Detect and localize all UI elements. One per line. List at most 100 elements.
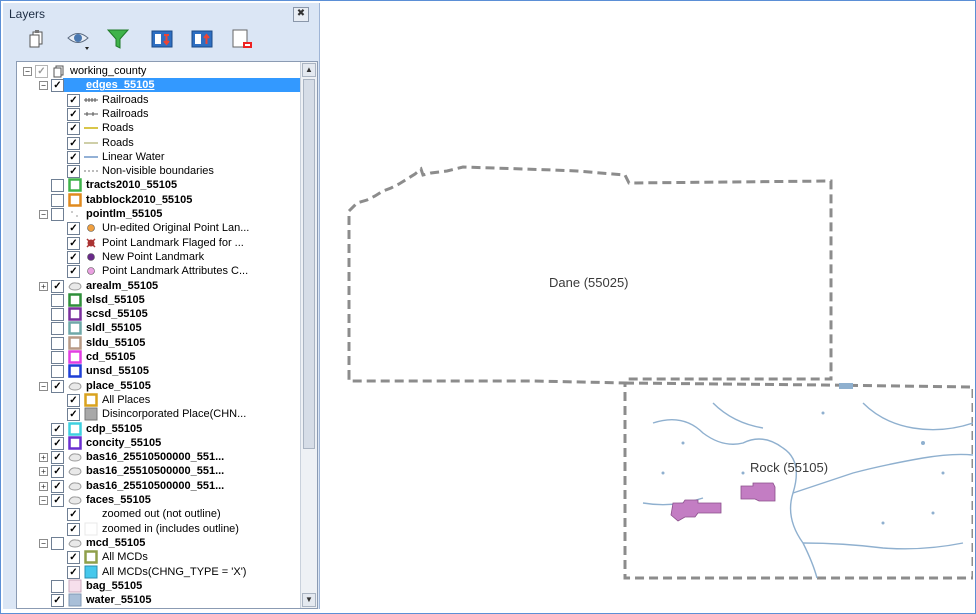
layer-visibility-checkbox[interactable]: ✓ xyxy=(51,436,64,450)
close-icon[interactable]: ✖ xyxy=(293,7,309,22)
layer-visibility-checkbox[interactable]: ✓ xyxy=(67,107,80,121)
expand-toggle-icon[interactable]: + xyxy=(39,281,48,291)
layer-row[interactable]: + ✓ bas16_25510500000_551... xyxy=(17,450,300,465)
filter-funnel-icon[interactable] xyxy=(105,27,131,51)
layer-row[interactable]: ✓ Linear Water xyxy=(17,150,300,164)
layer-visibility-checkbox[interactable]: ✓ xyxy=(67,565,80,579)
layer-visibility-checkbox[interactable]: ✓ xyxy=(67,122,80,136)
layer-visibility-checkbox[interactable]: ✓ xyxy=(51,465,64,479)
layers-toolbar xyxy=(17,25,277,55)
layer-visibility-checkbox[interactable]: ✓ xyxy=(67,93,80,107)
layer-visibility-checkbox[interactable]: ✓ xyxy=(51,79,64,93)
layer-row[interactable]: ✓ zoomed in (includes outline) xyxy=(17,522,300,536)
layer-visibility-checkbox[interactable]: ✓ xyxy=(67,236,80,250)
layer-row[interactable]: ✓ Non-visible boundaries xyxy=(17,164,300,179)
layer-row[interactable]: − mcd_55105 xyxy=(17,536,300,550)
expand-toggle-icon[interactable]: + xyxy=(39,481,48,491)
scroll-thumb[interactable] xyxy=(303,79,315,449)
layer-visibility-checkbox[interactable] xyxy=(51,536,64,550)
expand-toggle-icon[interactable]: + xyxy=(39,467,48,477)
layer-row[interactable]: ✓ Roads xyxy=(17,136,300,150)
layer-row[interactable]: tracts2010_55105 xyxy=(17,178,300,193)
layer-row[interactable]: tabblock2010_55105 xyxy=(17,192,300,207)
layer-row[interactable]: + ✓ bas16_25510500000_551... xyxy=(17,479,300,493)
layer-visibility-checkbox[interactable]: ✓ xyxy=(67,165,80,179)
layer-row[interactable]: ✓ Roads xyxy=(17,121,300,136)
layer-visibility-checkbox[interactable]: ✓ xyxy=(51,422,64,436)
layer-row[interactable]: elsd_55105 xyxy=(17,293,300,307)
layer-visibility-checkbox[interactable]: ✓ xyxy=(51,279,64,293)
collapse-toggle-icon[interactable]: − xyxy=(39,381,48,391)
expand-all-icon[interactable] xyxy=(149,27,175,51)
layer-visibility-checkbox[interactable] xyxy=(51,365,64,379)
collapse-toggle-icon[interactable]: − xyxy=(39,496,48,505)
layer-visibility-checkbox[interactable] xyxy=(51,208,64,221)
layer-row[interactable]: ✓ Disincorporated Place(CHN... xyxy=(17,407,300,422)
layer-visibility-checkbox[interactable]: ✓ xyxy=(51,479,64,493)
layer-row[interactable]: ✓ Railroads xyxy=(17,107,300,121)
layer-row[interactable]: ✓ New Point Landmark xyxy=(17,250,300,264)
layer-row[interactable]: − ✓ working_county xyxy=(17,64,300,78)
visibility-eye-icon[interactable] xyxy=(65,27,91,51)
layer-row[interactable]: sldu_55105 xyxy=(17,335,300,350)
layer-visibility-checkbox[interactable] xyxy=(51,322,64,336)
layer-row[interactable]: ✓ zoomed out (not outline) xyxy=(17,507,300,522)
layer-visibility-checkbox[interactable]: ✓ xyxy=(67,265,80,279)
layer-visibility-checkbox[interactable]: ✓ xyxy=(67,508,80,522)
scroll-up-icon[interactable]: ▲ xyxy=(302,63,316,77)
layer-row[interactable]: − ✓ edges_55105 xyxy=(39,78,300,93)
layer-visibility-checkbox[interactable] xyxy=(51,336,64,350)
layer-symbol-icon xyxy=(84,93,98,107)
layer-row[interactable]: ✓ Railroads xyxy=(17,93,300,107)
layer-row[interactable]: bag_55105 xyxy=(17,579,300,593)
layer-row[interactable]: ✓ concity_55105 xyxy=(17,436,300,450)
layer-visibility-checkbox[interactable]: ✓ xyxy=(51,594,64,608)
layer-visibility-checkbox[interactable] xyxy=(51,179,64,193)
collapse-toggle-icon[interactable]: − xyxy=(39,81,48,91)
layer-row[interactable]: ✓ Point Landmark Flaged for ... xyxy=(17,236,300,250)
layer-visibility-checkbox[interactable]: ✓ xyxy=(51,494,64,507)
map-canvas[interactable]: Dane (55025) Rock (55105) xyxy=(323,3,975,609)
collapse-all-icon[interactable] xyxy=(189,27,215,51)
layer-row[interactable]: unsd_55105 xyxy=(17,364,300,379)
layer-row[interactable]: ✓ cdp_55105 xyxy=(17,421,300,436)
layer-row[interactable]: sldl_55105 xyxy=(17,321,300,336)
collapse-toggle-icon[interactable]: − xyxy=(39,210,48,219)
layer-visibility-checkbox[interactable]: ✓ xyxy=(67,393,80,407)
add-group-icon[interactable] xyxy=(25,27,51,51)
layer-row[interactable]: − pointlm_55105 xyxy=(17,207,300,221)
layer-visibility-checkbox[interactable] xyxy=(51,308,64,322)
layer-visibility-checkbox[interactable]: ✓ xyxy=(67,250,80,264)
layer-visibility-checkbox[interactable]: ✓ xyxy=(51,451,64,465)
layer-row[interactable]: + ✓ arealm_55105 xyxy=(17,279,300,293)
layer-visibility-checkbox[interactable] xyxy=(51,579,64,593)
collapse-toggle-icon[interactable]: − xyxy=(23,67,32,76)
layer-row[interactable]: ✓ All MCDs xyxy=(17,550,300,565)
layer-visibility-checkbox[interactable]: ✓ xyxy=(67,408,80,422)
layer-visibility-checkbox[interactable]: ✓ xyxy=(67,551,80,565)
collapse-toggle-icon[interactable]: − xyxy=(39,538,48,548)
layer-visibility-checkbox[interactable] xyxy=(51,351,64,364)
layer-row[interactable]: − ✓ faces_55105 xyxy=(17,493,300,507)
layer-row[interactable]: cd_55105 xyxy=(17,350,300,364)
layer-row[interactable]: ✓ All MCDs(CHNG_TYPE = 'X') xyxy=(17,565,300,579)
layer-visibility-checkbox[interactable] xyxy=(51,193,64,207)
layer-visibility-checkbox[interactable]: ✓ xyxy=(67,222,80,236)
expand-toggle-icon[interactable]: + xyxy=(39,453,48,463)
layer-row[interactable]: − ✓ place_55105 xyxy=(17,379,300,393)
scroll-down-icon[interactable]: ▼ xyxy=(302,593,316,607)
layer-row[interactable]: ✓ All Places xyxy=(17,393,300,407)
tree-scrollbar[interactable]: ▲ ▼ xyxy=(300,62,317,608)
remove-layer-icon[interactable] xyxy=(229,27,255,51)
layer-row[interactable]: ✓ Point Landmark Attributes C... xyxy=(17,264,300,279)
layer-row[interactable]: ✓ Un-edited Original Point Lan... xyxy=(17,221,300,236)
layer-visibility-checkbox[interactable]: ✓ xyxy=(51,379,64,393)
layer-visibility-checkbox[interactable]: ✓ xyxy=(35,65,48,78)
layer-visibility-checkbox[interactable]: ✓ xyxy=(67,522,80,536)
layer-visibility-checkbox[interactable]: ✓ xyxy=(67,150,80,164)
layer-visibility-checkbox[interactable] xyxy=(51,293,64,307)
layer-visibility-checkbox[interactable]: ✓ xyxy=(67,136,80,150)
layer-row[interactable]: ✓ water_55105 xyxy=(17,593,300,608)
layer-row[interactable]: + ✓ bas16_25510500000_551... xyxy=(17,464,300,479)
layer-row[interactable]: scsd_55105 xyxy=(17,307,300,322)
